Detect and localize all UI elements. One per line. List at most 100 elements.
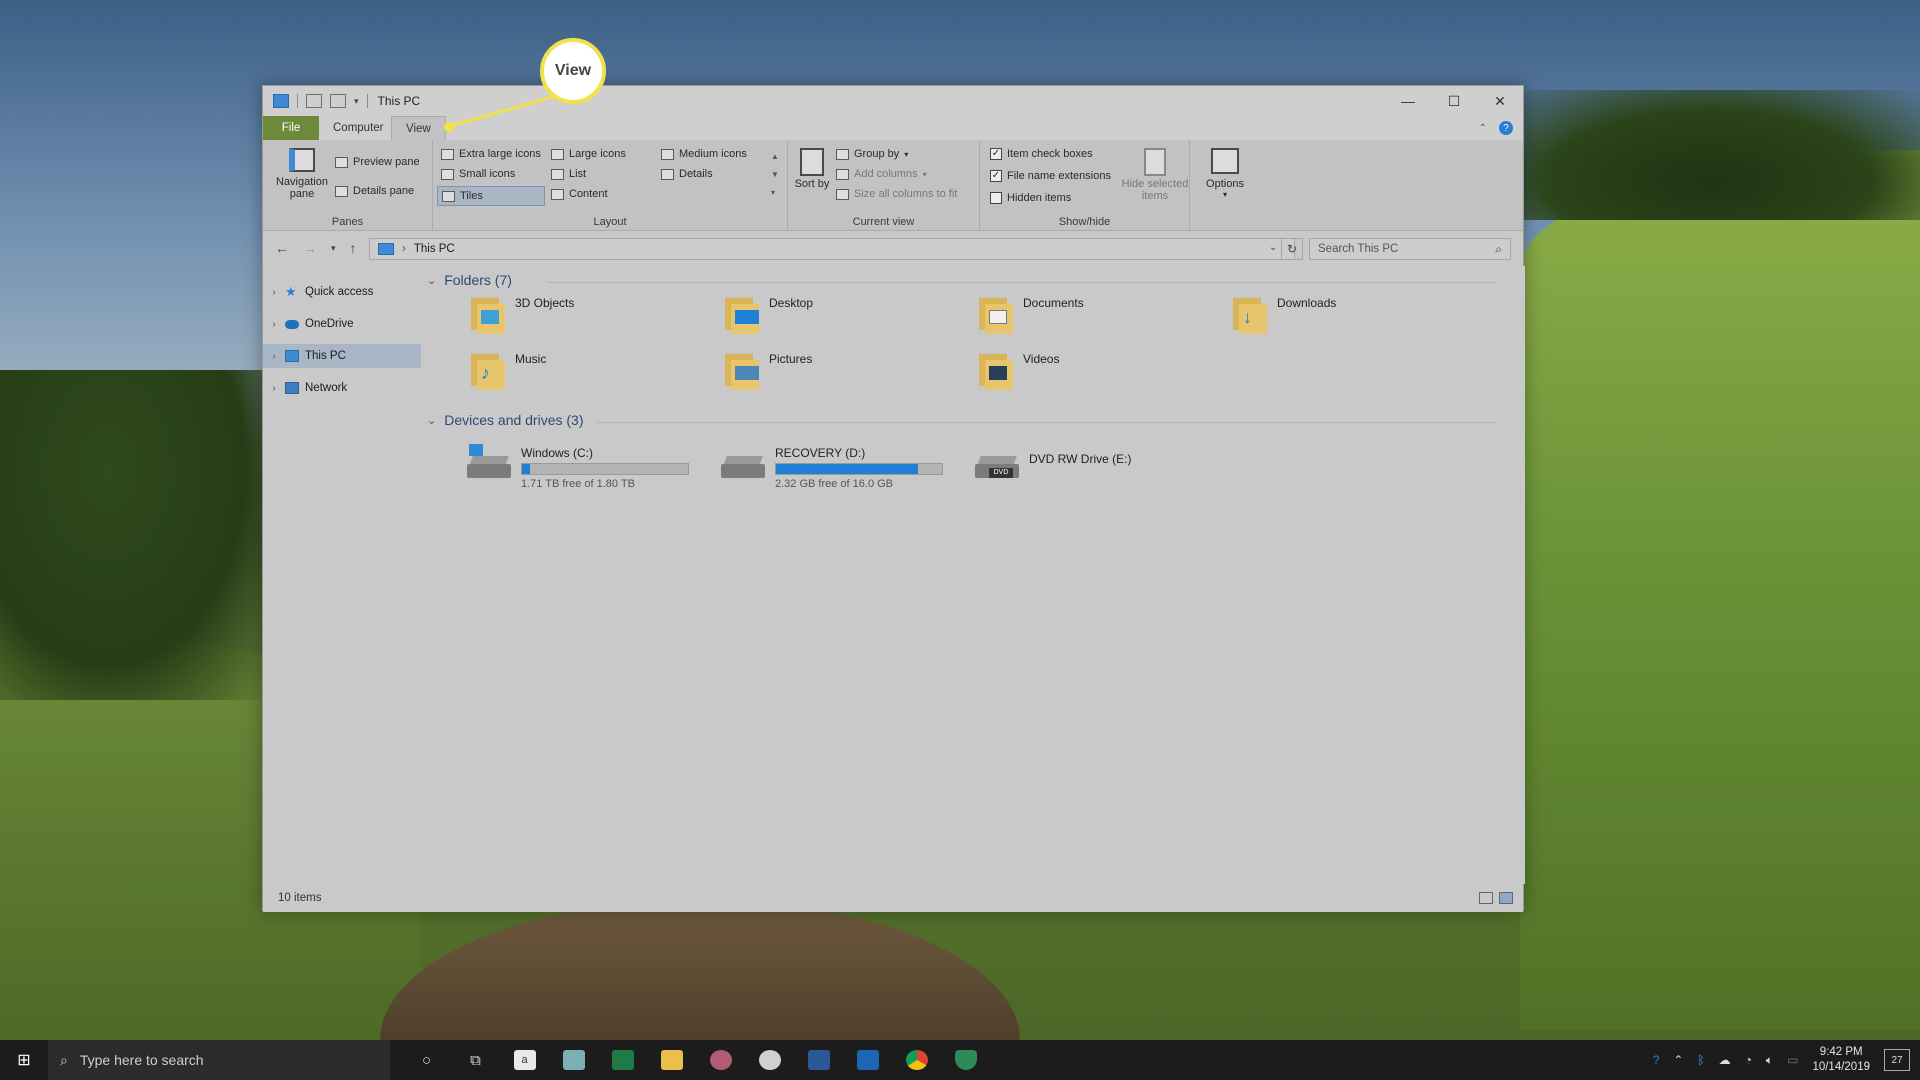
drive-label: RECOVERY (D:): [775, 446, 866, 460]
computer-icon: [273, 94, 289, 108]
layout-scroll-arrows[interactable]: ▲ ▼ ▾: [771, 148, 779, 202]
address-dropdown-icon[interactable]: ⌄: [1269, 242, 1277, 253]
tab-view[interactable]: View: [391, 116, 446, 140]
snipping-tool-app-icon[interactable]: [696, 1040, 745, 1080]
back-arrow-icon[interactable]: ←: [275, 240, 289, 256]
folder-pictures[interactable]: Pictures: [721, 350, 812, 390]
breadcrumb-this-pc[interactable]: This PC: [414, 243, 455, 255]
drive-recovery-d[interactable]: RECOVERY (D:) 2.32 GB free of 16.0 GB: [721, 444, 943, 490]
chevron-right-icon[interactable]: ›: [263, 383, 285, 394]
quick-access-toolbar: ▾: [263, 94, 368, 108]
sidebar-item-network[interactable]: › Network: [263, 376, 421, 400]
photos-app-icon[interactable]: [745, 1040, 794, 1080]
security-app-icon[interactable]: [941, 1040, 990, 1080]
folder-documents[interactable]: Documents: [975, 294, 1084, 334]
forward-arrow-icon[interactable]: →: [303, 240, 317, 256]
sidebar-item-quick-access[interactable]: › ★ Quick access: [263, 280, 421, 304]
add-columns-button[interactable]: Add columns ▾: [836, 168, 927, 180]
status-bar: 10 items: [263, 884, 1523, 912]
group-by-label: Group by: [854, 148, 900, 160]
sidebar-item-onedrive[interactable]: › OneDrive: [263, 312, 421, 336]
windows-start-icon[interactable]: ⊞: [0, 1040, 48, 1080]
star-icon: ★: [285, 284, 297, 299]
layout-group-label: Layout: [593, 216, 627, 228]
bluetooth-icon[interactable]: ᛒ: [1697, 1053, 1704, 1067]
recent-locations-icon[interactable]: ▾: [331, 243, 336, 256]
drive-windows-c[interactable]: Windows (C:) 1.71 TB free of 1.80 TB: [467, 444, 689, 490]
drive-dvd-e[interactable]: DVD DVD RW Drive (E:): [975, 444, 1131, 484]
layout-tiles[interactable]: Tiles: [437, 186, 545, 206]
chevron-right-icon[interactable]: ›: [263, 351, 285, 362]
file-explorer-app-icon[interactable]: [647, 1040, 696, 1080]
layout-option-icon: [661, 148, 674, 160]
sidebar-item-label: OneDrive: [305, 318, 354, 330]
folder-downloads[interactable]: ↓ Downloads: [1229, 294, 1336, 334]
help-icon[interactable]: ?: [1499, 121, 1513, 135]
layout-content[interactable]: Content: [551, 188, 608, 200]
task-view-icon[interactable]: ⧉: [451, 1040, 500, 1080]
file-name-extensions-toggle[interactable]: ✓ File name extensions: [990, 170, 1111, 182]
search-icon: ⌕: [60, 1051, 68, 1068]
clock[interactable]: 9:42 PM 10/14/2019: [1812, 1045, 1870, 1075]
cortana-icon[interactable]: ○: [402, 1040, 451, 1080]
amazon-app-icon[interactable]: a: [500, 1040, 549, 1080]
tab-file[interactable]: File: [263, 116, 319, 140]
notifications-icon[interactable]: 27: [1884, 1049, 1910, 1071]
details-pane-icon: [335, 185, 348, 197]
navigation-pane-button[interactable]: Navigation pane: [273, 148, 331, 200]
help-tray-icon[interactable]: ?: [1653, 1053, 1660, 1067]
folder-desktop[interactable]: Desktop: [721, 294, 813, 334]
size-columns-button[interactable]: Size all columns to fit: [836, 188, 957, 200]
preview-pane-button[interactable]: Preview pane: [335, 156, 420, 168]
layout-details[interactable]: Details: [661, 168, 713, 180]
details-view-icon[interactable]: [1479, 892, 1493, 904]
folder-music[interactable]: ♪ Music: [467, 350, 546, 390]
tab-computer[interactable]: Computer: [319, 116, 391, 140]
customize-toolbar-icon[interactable]: ▾: [354, 96, 359, 107]
new-folder-icon[interactable]: [330, 94, 346, 108]
maximize-button[interactable]: ☐: [1431, 86, 1477, 116]
chevron-right-icon[interactable]: ›: [263, 319, 285, 330]
sort-by-button[interactable]: Sort by: [794, 148, 830, 190]
minimize-button[interactable]: —: [1385, 86, 1431, 116]
sidebar-item-this-pc[interactable]: › This PC: [263, 344, 421, 368]
item-check-boxes-toggle[interactable]: ✓ Item check boxes: [990, 148, 1093, 160]
taskbar-search[interactable]: ⌕ Type here to search: [48, 1040, 390, 1080]
wifi-icon[interactable]: ◔: [1745, 1053, 1752, 1067]
chevron-down-icon: ⌄: [427, 274, 437, 287]
layout-small-icons[interactable]: Small icons: [441, 168, 515, 180]
properties-icon[interactable]: [306, 94, 322, 108]
chrome-app-icon[interactable]: [892, 1040, 941, 1080]
large-icons-view-icon[interactable]: [1499, 892, 1513, 904]
close-button[interactable]: ✕: [1477, 86, 1523, 116]
keyboard-icon[interactable]: ▭: [1787, 1053, 1798, 1067]
onedrive-tray-icon[interactable]: ☁: [1719, 1053, 1731, 1067]
search-placeholder: Search This PC: [1318, 243, 1399, 255]
notes-app-icon[interactable]: [549, 1040, 598, 1080]
options-button[interactable]: Options ▾: [1198, 148, 1252, 199]
layout-extra-large-icons[interactable]: Extra large icons: [441, 148, 541, 160]
volume-icon[interactable]: 🔈︎: [1766, 1053, 1773, 1068]
folder-videos[interactable]: Videos: [975, 350, 1059, 390]
collapse-ribbon-icon[interactable]: ⌃: [1479, 123, 1487, 134]
layout-medium-icons[interactable]: Medium icons: [661, 148, 747, 160]
details-pane-button[interactable]: Details pane: [335, 185, 414, 197]
hide-selected-items-button[interactable]: Hide selected items: [1120, 148, 1190, 202]
address-field[interactable]: › This PC: [369, 238, 1295, 260]
chevron-up-icon[interactable]: ⌃: [1673, 1053, 1683, 1067]
chevron-right-icon[interactable]: ›: [263, 287, 285, 298]
layout-list[interactable]: List: [551, 168, 586, 180]
folders-section-header[interactable]: ⌄ Folders (7): [427, 272, 1507, 288]
group-by-button[interactable]: Group by ▾: [836, 148, 908, 160]
layout-large-icons[interactable]: Large icons: [551, 148, 626, 160]
search-input[interactable]: Search This PC ⌕: [1309, 238, 1511, 260]
up-arrow-icon[interactable]: ↑: [350, 240, 357, 256]
word-app-icon[interactable]: [794, 1040, 843, 1080]
folder-3d-objects[interactable]: 3D Objects: [467, 294, 574, 334]
hidden-items-toggle[interactable]: Hidden items: [990, 192, 1071, 204]
devices-section-header[interactable]: ⌄ Devices and drives (3): [427, 412, 1507, 428]
refresh-icon[interactable]: ↻: [1281, 238, 1303, 260]
outlook-app-icon[interactable]: [843, 1040, 892, 1080]
excel-app-icon[interactable]: [598, 1040, 647, 1080]
chevron-down-icon: ▾: [1222, 190, 1227, 199]
